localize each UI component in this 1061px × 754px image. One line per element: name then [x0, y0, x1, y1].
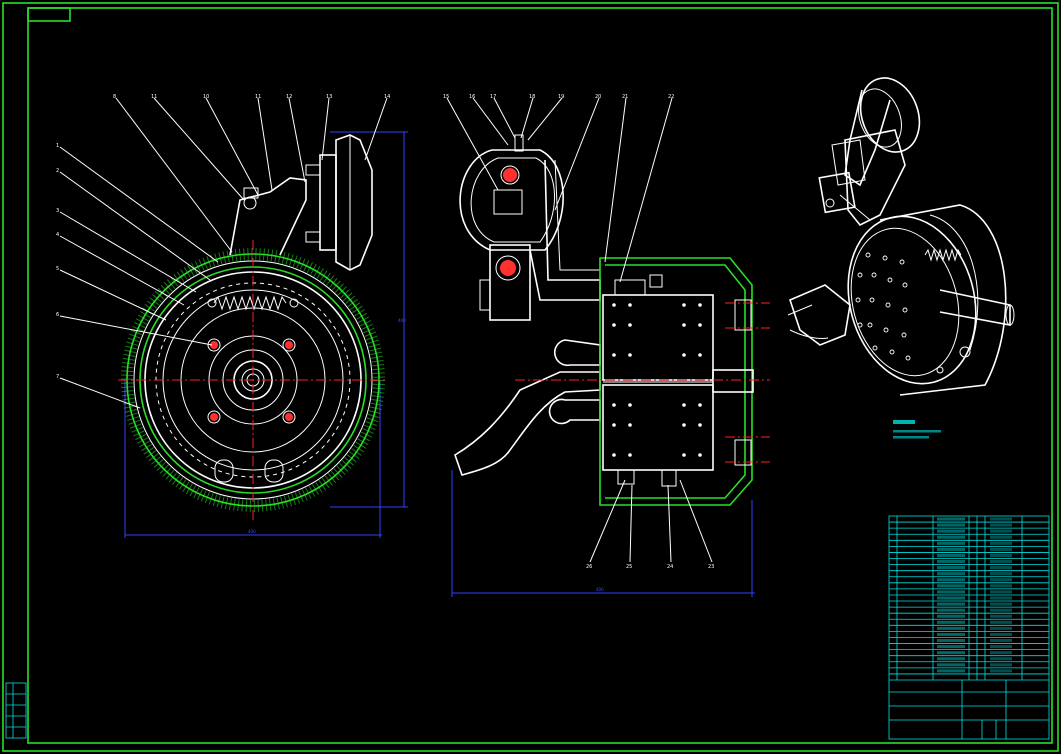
callout-mid-top-4: 18 [529, 94, 535, 100]
callout-left-top-7: 14 [384, 94, 390, 100]
parts-list-cell-fill [937, 645, 965, 649]
parts-list-cell-fill [990, 560, 1012, 564]
callout-mid-bottom-1: 26 [586, 564, 592, 570]
parts-list-cell-fill [990, 578, 1012, 582]
parts-list-cell-fill [990, 566, 1012, 570]
parts-list-cell-fill [990, 657, 1012, 661]
callout-left-top-1: 8 [113, 94, 116, 100]
parts-list-cell-fill [937, 651, 965, 655]
middle-view-section: 400 15 16 17 18 19 20 21 22 26 25 24 23 [443, 94, 770, 597]
parts-list-cell-fill [990, 541, 1012, 545]
parts-list-cell-fill [937, 657, 965, 661]
parts-list-cell-fill [937, 547, 965, 551]
parts-list-cell-fill [937, 553, 965, 558]
parts-list-cell-fill [937, 632, 965, 636]
callout-mid-bottom-4: 23 [708, 564, 714, 570]
callout-left-side-5: 5 [56, 266, 59, 272]
callout-mid-top-6: 20 [595, 94, 601, 100]
parts-list-cell-fill [990, 517, 1012, 521]
parts-list-cell-fill [937, 608, 965, 612]
callout-left-side-6: 6 [56, 312, 59, 318]
parts-list-cell-fill [990, 669, 1012, 673]
middle-width-dimension: 400 [596, 587, 604, 592]
callout-left-side-2: 2 [56, 168, 59, 174]
cad-drawing-sheet: 400 400 8 11 10 11 12 13 14 1 2 3 4 5 6 … [0, 0, 1061, 754]
callout-left-side-4: 4 [56, 232, 59, 238]
parts-list-cell-fill [937, 541, 965, 545]
callout-mid-top-7: 21 [622, 94, 628, 100]
parts-list-cell-fill [937, 669, 965, 673]
callout-left-side-1: 1 [56, 143, 59, 149]
margin-revision-strip [5, 682, 27, 739]
parts-list-cell-fill [990, 632, 1012, 636]
parts-list-cell-fill [937, 620, 965, 624]
parts-list-cell-fill [937, 523, 965, 527]
left-width-dimension: 400 [248, 529, 256, 534]
parts-list-cell-fill [990, 590, 1012, 594]
parts-list-cell-fill [937, 663, 965, 667]
parts-list-cell-fill [990, 614, 1012, 618]
parts-list-cell-fill [937, 596, 965, 600]
left-view-drum-brake: 400 400 8 11 10 11 12 13 14 1 2 3 4 5 6 … [56, 94, 408, 538]
parts-list-cell-fill [990, 638, 1012, 643]
callout-left-top-6: 13 [326, 94, 332, 100]
parts-list-cell-fill [990, 523, 1012, 527]
parts-list-cell-fill [990, 620, 1012, 624]
callout-mid-top-2: 16 [469, 94, 475, 100]
parts-list-table [888, 515, 1050, 740]
parts-list-cell-fill [990, 626, 1012, 630]
parts-list-cell-fill [937, 638, 965, 643]
technical-notes [893, 420, 941, 439]
left-height-dimension: 400 [398, 318, 406, 323]
parts-list-cell-fill [990, 572, 1012, 576]
parts-list-cell-fill [937, 614, 965, 618]
parts-list-cell-fill [990, 547, 1012, 551]
parts-list-cell-fill [937, 529, 965, 533]
callout-mid-top-3: 17 [490, 94, 496, 100]
callout-left-top-3: 10 [203, 94, 209, 100]
callout-left-top-4: 11 [255, 94, 261, 100]
callout-mid-top-8: 22 [668, 94, 674, 100]
parts-list-cell-fill [937, 535, 965, 539]
parts-list-cell-fill [937, 584, 965, 588]
parts-list-cell-fill [937, 560, 965, 564]
parts-list-cell-fill [937, 590, 965, 594]
callout-mid-top-5: 19 [558, 94, 564, 100]
parts-list-cell-fill [990, 602, 1012, 606]
callout-mid-bottom-2: 25 [626, 564, 632, 570]
parts-list-cell-fill [937, 566, 965, 570]
callout-mid-top-1: 15 [443, 94, 449, 100]
callout-left-top-2: 11 [151, 94, 157, 100]
parts-list-cell-fill [990, 553, 1012, 558]
callout-left-side-7: 7 [56, 374, 59, 380]
parts-list-cell-fill [990, 663, 1012, 667]
callout-left-side-3: 3 [56, 208, 59, 214]
callout-mid-bottom-3: 24 [667, 564, 673, 570]
parts-list-cell-fill [937, 602, 965, 606]
parts-list-cell-fill [990, 645, 1012, 649]
parts-list-cell-fill [990, 584, 1012, 588]
parts-list-cell-fill [990, 608, 1012, 612]
parts-list-cell-fill [990, 529, 1012, 533]
parts-list-cell-fill [937, 572, 965, 576]
parts-list-cell-fill [937, 626, 965, 630]
callout-left-top-5: 12 [286, 94, 292, 100]
parts-list-cell-fill [990, 651, 1012, 655]
isometric-view [787, 77, 1015, 396]
brake-assembly-drawing: 400 400 8 11 10 11 12 13 14 1 2 3 4 5 6 … [2, 2, 1059, 752]
parts-list-cell-fill [990, 535, 1012, 539]
parts-list-cell-fill [937, 578, 965, 582]
parts-list-cell-fill [990, 596, 1012, 600]
parts-list-cell-fill [937, 517, 965, 521]
